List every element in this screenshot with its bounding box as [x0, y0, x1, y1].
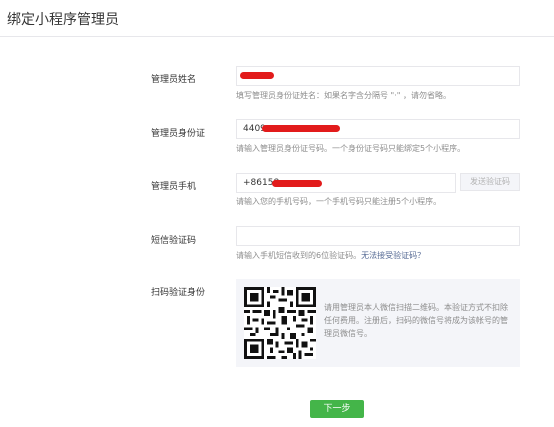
id-number-redaction: [262, 125, 340, 132]
qr-verify-text: 请用管理员本人微信扫描二维码。本验证方式不扣除任何费用。注册后，扫码的微信号将成…: [324, 303, 508, 338]
phone-label: 管理员手机: [151, 182, 197, 192]
page-title: 绑定小程序管理员: [7, 12, 119, 28]
sms-code-hint: 请输入手机短信收到的6位验证码。无法接受验证码？: [236, 250, 425, 261]
id-number-hint: 请输入管理员身份证号码。一个身份证号码只能绑定5个小程序。: [236, 144, 466, 153]
qr-verify-panel: 请用管理员本人微信扫描二维码。本验证方式不扣除任何费用。注册后，扫码的微信号将成…: [236, 279, 520, 367]
cannot-receive-code-link[interactable]: 无法接受验证码？: [361, 251, 425, 260]
id-number-label: 管理员身份证: [151, 129, 206, 139]
name-input[interactable]: [236, 66, 520, 86]
phone-redaction: [272, 180, 322, 187]
phone-input[interactable]: +86158: [236, 173, 456, 193]
phone-hint: 请输入您的手机号码，一个手机号码只能注册5个小程序。: [236, 197, 442, 206]
name-label: 管理员姓名: [151, 75, 197, 85]
qr-code-icon: [244, 287, 316, 359]
sms-code-input[interactable]: [236, 226, 520, 246]
title-divider: [0, 36, 554, 37]
qr-verify-label: 扫码验证身份: [151, 288, 206, 298]
name-hint: 填写管理员身份证姓名：如果名字含分隔号 "·" ，请勿省略。: [236, 91, 451, 100]
sms-code-hint-text: 请输入手机短信收到的6位验证码。: [236, 251, 362, 260]
sms-code-label: 短信验证码: [151, 236, 197, 246]
send-code-button[interactable]: 发送验证码: [460, 173, 520, 191]
name-redaction: [240, 72, 274, 79]
next-step-button[interactable]: 下一步: [310, 400, 364, 418]
